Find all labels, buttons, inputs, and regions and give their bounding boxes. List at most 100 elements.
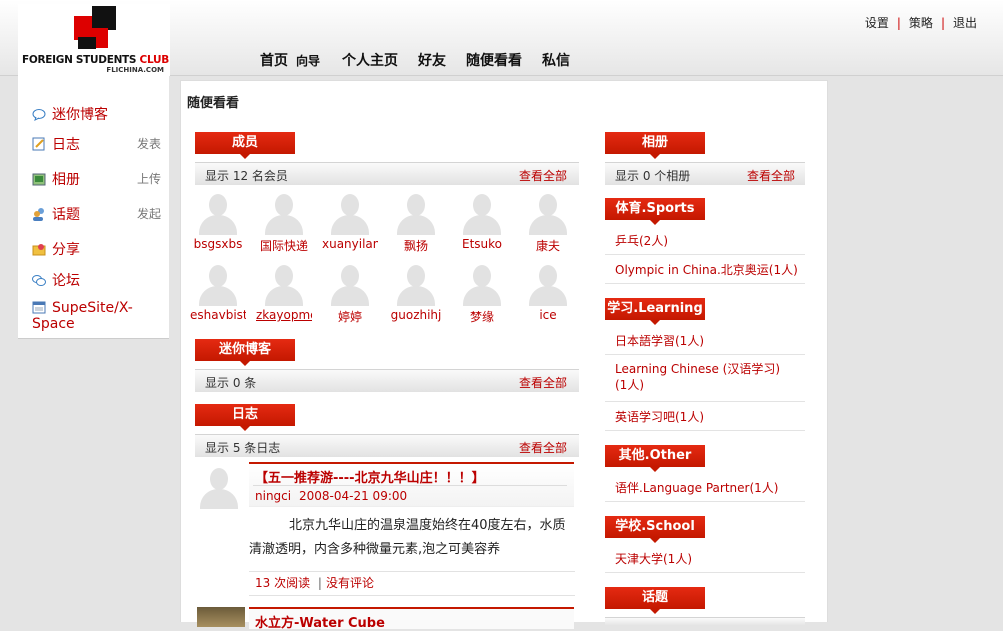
member-item[interactable]: bsgsxbs xyxy=(190,191,246,251)
blog-author-avatar-photo[interactable] xyxy=(197,607,245,627)
tab-other: 其他.Other xyxy=(605,445,705,472)
member-item[interactable]: 梦缘 xyxy=(454,262,510,325)
albums-summary-bar: 显示 0 个相册 查看全部 xyxy=(605,162,805,185)
albums-view-all-link[interactable]: 查看全部 xyxy=(747,167,795,184)
member-avatar[interactable] xyxy=(328,191,372,235)
member-name[interactable]: eshavbist xyxy=(190,308,246,322)
member-name[interactable]: bsgsxbs xyxy=(190,237,246,251)
site-logo[interactable]: FOREIGN STUDENTS CLUB FLICHINA.COM xyxy=(18,4,170,76)
member-name[interactable]: 婷婷 xyxy=(322,308,378,325)
member-item[interactable]: 婷婷 xyxy=(322,262,378,325)
folder-icon xyxy=(32,243,46,256)
sidebar-item-album[interactable]: 相册 xyxy=(32,169,80,189)
settings-link[interactable]: 设置 xyxy=(865,16,889,30)
nav-profile[interactable]: 个人主页 xyxy=(342,53,398,69)
sidebar-item-label: 论坛 xyxy=(52,273,80,289)
policy-link[interactable]: 策略 xyxy=(909,16,933,30)
member-name[interactable]: zkayopme xyxy=(256,308,312,322)
member-avatar[interactable] xyxy=(394,262,438,306)
group-link[interactable]: 日本語学習(1人) xyxy=(615,332,704,349)
members-view-all-link[interactable]: 查看全部 xyxy=(519,167,567,184)
member-name[interactable]: 飘扬 xyxy=(388,237,444,254)
group-link[interactable]: Learning Chinese (汉语学习)(1人) xyxy=(615,361,790,393)
member-avatar[interactable] xyxy=(526,262,570,306)
blog-entry-reads[interactable]: 13 次阅读 xyxy=(255,576,310,590)
school-group-list: 天津大学(1人) xyxy=(605,539,805,575)
miniblog-view-all-link[interactable]: 查看全部 xyxy=(519,374,567,391)
blog-author-avatar[interactable] xyxy=(197,465,245,509)
sidebar-action-start[interactable]: 发起 xyxy=(137,205,161,222)
nav-guide[interactable]: 向导 xyxy=(296,54,320,68)
sidebar-item-blog[interactable]: 日志 xyxy=(32,134,80,154)
nav-home[interactable]: 首页 xyxy=(260,53,288,69)
main-panel: 随便看看 成员 显示 12 名会员 查看全部 bsgsxbs 国际快递 xuanyi… xyxy=(180,80,828,631)
group-link[interactable]: 英语学习吧(1人) xyxy=(615,408,704,425)
sidebar-item-label: 相册 xyxy=(52,172,80,188)
sidebar-action-upload[interactable]: 上传 xyxy=(137,170,161,187)
tab-blog: 日志 xyxy=(195,404,295,431)
member-item[interactable]: 康夫 xyxy=(520,191,576,254)
blog-entry-excerpt: 北京九华山庄的温泉温度始终在40度左右，水质清澈透明，内含多种微量元素,泡之可美… xyxy=(249,518,566,557)
member-item[interactable]: 国际快递 xyxy=(256,191,312,254)
albums-count: 显示 0 个相册 xyxy=(615,169,691,183)
group-link[interactable]: Olympic in China.北京奥运(1人) xyxy=(615,261,798,278)
blog-entry-title[interactable]: 【五一推荐游----北京九华山庄！！！】 xyxy=(255,467,485,486)
nav-messages[interactable]: 私信 xyxy=(542,53,570,69)
blog-entry-stats: 13 次阅读 | 没有评论 xyxy=(255,576,374,590)
member-avatar[interactable] xyxy=(196,262,240,306)
member-item[interactable]: zkayopme xyxy=(256,262,312,322)
member-item[interactable]: ice xyxy=(520,262,576,322)
group-link[interactable]: 天津大学(1人) xyxy=(615,550,692,567)
sidebar-item-share[interactable]: 分享 xyxy=(32,239,80,259)
tab-albums: 相册 xyxy=(605,132,705,159)
users-icon xyxy=(32,207,46,221)
member-avatar[interactable] xyxy=(460,191,504,235)
member-name[interactable]: ice xyxy=(520,308,576,322)
sidebar-item-topic[interactable]: 话题 xyxy=(32,204,80,224)
member-item[interactable]: guozhihj xyxy=(388,262,444,322)
member-item[interactable]: xuanyilang xyxy=(322,191,378,251)
miniblog-count: 显示 0 条 xyxy=(205,376,257,390)
tab-members: 成员 xyxy=(195,132,295,159)
main-nav: 首页 向导 个人主页 好友 随便看看 私信 xyxy=(260,50,590,70)
member-item[interactable]: 飘扬 xyxy=(388,191,444,254)
tab-sports: 体育.Sports xyxy=(605,198,705,225)
member-avatar[interactable] xyxy=(460,262,504,306)
blog-entry-comments[interactable]: 没有评论 xyxy=(326,576,374,590)
learning-group-list: 日本語学習(1人) Learning Chinese (汉语学习)(1人) 英语… xyxy=(605,321,805,431)
member-name[interactable]: Etsuko xyxy=(454,237,510,251)
member-avatar[interactable] xyxy=(196,191,240,235)
blog-summary-bar: 显示 5 条日志 查看全部 xyxy=(195,434,579,457)
sidebar-item-miniblog[interactable]: 迷你博客 xyxy=(32,104,108,124)
group-link[interactable]: 语伴.Language Partner(1人) xyxy=(615,479,778,496)
member-name[interactable]: xuanyilang xyxy=(322,237,378,251)
blog-view-all-link[interactable]: 查看全部 xyxy=(519,439,567,456)
member-name[interactable]: 康夫 xyxy=(520,237,576,254)
blog-entry-author[interactable]: ningci xyxy=(255,489,291,503)
blog-entry-header: 【五一推荐游----北京九华山庄！！！】 ningci 2008-04-21 0… xyxy=(249,462,574,507)
member-avatar[interactable] xyxy=(328,262,372,306)
member-item[interactable]: eshavbist xyxy=(190,262,246,322)
sidebar-item-forum[interactable]: 论坛 xyxy=(32,270,80,290)
member-name[interactable]: guozhihj xyxy=(388,308,444,322)
sidebar: 迷你博客 日志 发表 相册 上传 话题 发起 分享 论坛 SupeSite/X-… xyxy=(18,76,169,339)
sidebar-action-post[interactable]: 发表 xyxy=(137,135,161,152)
member-avatar[interactable] xyxy=(262,191,306,235)
logo-text-accent: CLUB xyxy=(139,54,170,66)
member-avatar[interactable] xyxy=(526,191,570,235)
logout-link[interactable]: 退出 xyxy=(953,16,977,30)
nav-browse[interactable]: 随便看看 xyxy=(466,53,522,69)
blog-count: 显示 5 条日志 xyxy=(205,441,281,455)
tab-learning: 学习.Learning xyxy=(605,298,705,325)
member-item[interactable]: Etsuko xyxy=(454,191,510,251)
blog-entry-title[interactable]: 水立方-Water Cube xyxy=(255,612,385,631)
member-avatar[interactable] xyxy=(262,262,306,306)
miniblog-summary-bar: 显示 0 条 查看全部 xyxy=(195,369,579,392)
member-name[interactable]: 国际快递 xyxy=(256,237,312,254)
nav-friends[interactable]: 好友 xyxy=(418,53,446,69)
group-link[interactable]: 乒乓(2人) xyxy=(615,232,668,249)
sidebar-item-supesite[interactable]: SupeSite/X-Space xyxy=(32,300,169,332)
member-avatar[interactable] xyxy=(394,191,438,235)
member-name[interactable]: 梦缘 xyxy=(454,308,510,325)
chat-bubbles-icon xyxy=(32,274,46,287)
